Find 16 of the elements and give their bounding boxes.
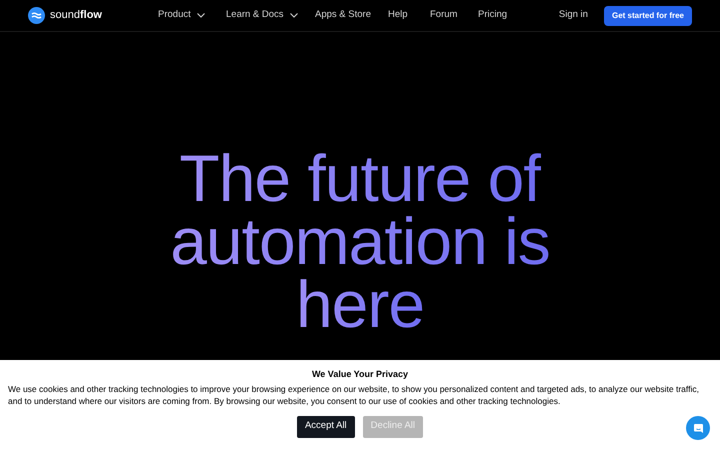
nav-link[interactable]: Product — [158, 8, 226, 23]
accept-button[interactable]: Accept All — [296, 416, 355, 438]
banner-text: We use cookies and other tracking technologies to improve your browsing experience on our website, to show you personalized content and targeted ads, to analyze our website traffic, and to understand where our visitors are coming from. By browsing our website, you consent to our use of cookies and other tracking technologies. — [7, 382, 700, 406]
chat-icon — [692, 422, 704, 434]
nav-link[interactable]: Forum — [430, 8, 478, 23]
chevron-down-icon — [290, 13, 298, 18]
nav-link[interactable]: Help — [388, 8, 430, 23]
banner-title: We Value Your Privacy — [312, 368, 408, 381]
chevron-down-icon — [196, 13, 205, 18]
logo-text[interactable]: soundflow — [50, 7, 102, 24]
get-started-button[interactable]: Get started for free — [604, 6, 692, 26]
sign-in-link[interactable]: Sign in — [558, 8, 588, 23]
nav-link[interactable]: Learn & Docs — [226, 8, 315, 23]
nav-link[interactable]: Apps & Store — [315, 8, 388, 23]
logo-icon[interactable] — [28, 7, 45, 24]
nav-link[interactable]: Pricing — [478, 8, 538, 23]
